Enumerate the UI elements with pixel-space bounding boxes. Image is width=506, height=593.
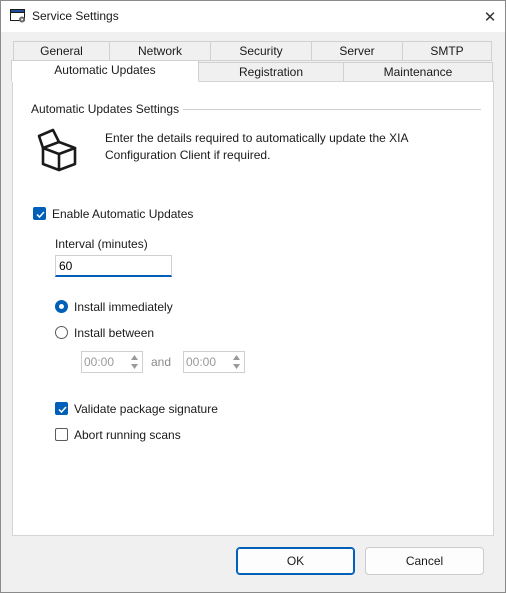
- ok-button[interactable]: OK: [236, 547, 355, 575]
- checkmark-icon: [36, 211, 45, 219]
- tab-network[interactable]: Network: [109, 41, 211, 61]
- tab-server[interactable]: Server: [311, 41, 403, 61]
- interval-input[interactable]: [55, 255, 172, 277]
- box-update-icon: [37, 126, 83, 172]
- validate-signature-label: Validate package signature: [74, 402, 218, 416]
- tab-registration[interactable]: Registration: [198, 62, 344, 82]
- tab-general[interactable]: General: [13, 41, 110, 61]
- tab-automatic-updates[interactable]: Automatic Updates: [11, 60, 199, 82]
- tab-maintenance[interactable]: Maintenance: [343, 62, 493, 82]
- close-button[interactable]: ✕: [475, 1, 505, 32]
- install-between-radio[interactable]: [55, 326, 68, 339]
- spin-down-icon[interactable]: [230, 362, 242, 371]
- end-time-spinner[interactable]: 00:00: [183, 351, 245, 373]
- cancel-button[interactable]: Cancel: [365, 547, 484, 575]
- close-icon: ✕: [483, 8, 497, 26]
- spin-down-icon[interactable]: [128, 362, 140, 371]
- group-divider: [183, 109, 481, 110]
- abort-scans-checkbox[interactable]: [55, 428, 68, 441]
- validate-signature-checkbox[interactable]: [55, 402, 68, 415]
- group-description: Enter the details required to automatica…: [105, 131, 408, 162]
- install-between-label: Install between: [74, 326, 155, 340]
- window-title: Service Settings: [32, 9, 119, 23]
- group-title: Automatic Updates Settings: [31, 102, 180, 116]
- abort-scans-label: Abort running scans: [74, 428, 181, 442]
- spin-up-icon[interactable]: [128, 353, 140, 362]
- service-settings-window: Service Settings ✕ General Network Secur…: [0, 0, 506, 593]
- tab-smtp[interactable]: SMTP: [402, 41, 492, 61]
- install-immediately-radio[interactable]: [55, 300, 68, 313]
- start-time-spinner[interactable]: 00:00: [81, 351, 143, 373]
- spin-up-icon[interactable]: [230, 353, 242, 362]
- enable-updates-checkbox[interactable]: [33, 207, 46, 220]
- end-time-value: 00:00: [186, 355, 217, 369]
- interval-label: Interval (minutes): [55, 237, 148, 251]
- start-time-value: 00:00: [84, 355, 115, 369]
- title-bar: Service Settings ✕: [1, 1, 505, 32]
- tab-security[interactable]: Security: [210, 41, 312, 61]
- install-immediately-label: Install immediately: [74, 300, 173, 314]
- automatic-updates-panel: Automatic Updates Settings Enter the det…: [12, 81, 494, 536]
- enable-updates-label: Enable Automatic Updates: [52, 207, 194, 221]
- and-label: and: [151, 355, 172, 369]
- checkmark-icon: [58, 406, 67, 414]
- window-app-icon: [10, 9, 26, 23]
